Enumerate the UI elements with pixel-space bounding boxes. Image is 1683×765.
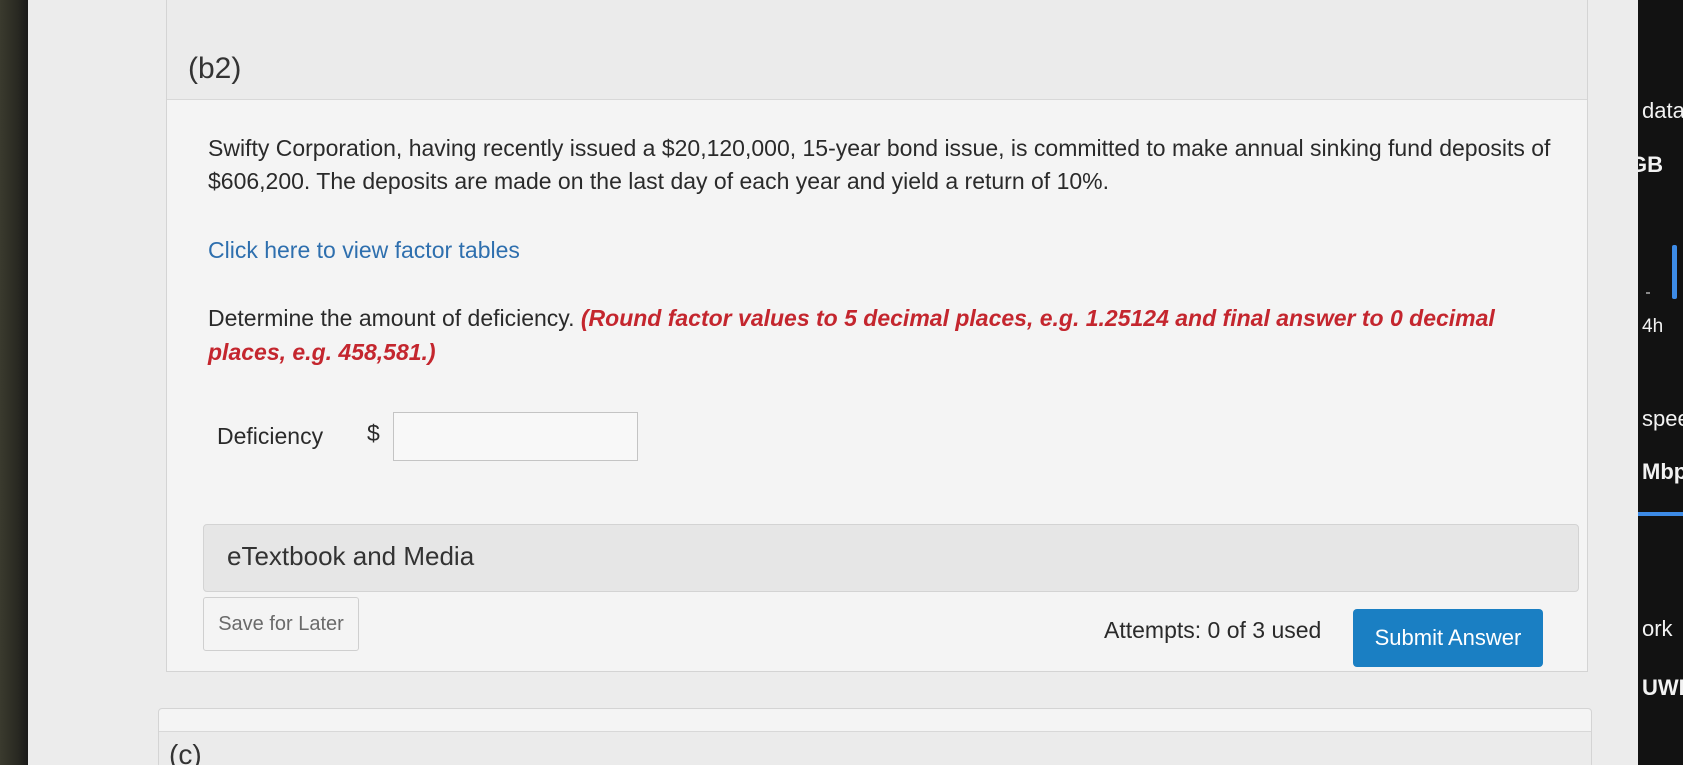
part-label: (b2) [188,52,242,85]
side-indicator-bar [1672,245,1677,299]
side-text-data: data [1642,98,1683,123]
instruction-text: Determine the amount of deficiency. (Rou… [208,301,1568,369]
next-question-header [159,731,1591,765]
etextbook-label: eTextbook and Media [227,541,475,571]
question-card: (b2) Swifty Corporation, having recently… [166,0,1588,672]
deficiency-input[interactable] [393,412,638,461]
question-header: (b2) [167,0,1587,100]
attempts-counter: Attempts: 0 of 3 used [1104,617,1322,643]
side-text-gb: GB [1638,152,1663,177]
side-text-ork: ork [1642,616,1673,641]
currency-symbol: $ [367,420,380,446]
side-text-mbp: Mbp [1642,459,1683,484]
submit-answer-button[interactable]: Submit Answer [1353,609,1543,667]
side-text-4h: 4h [1642,316,1664,337]
next-question-card: (c) [158,708,1592,765]
browser-viewport: (b2) Swifty Corporation, having recently… [28,0,1638,765]
problem-statement: Swifty Corporation, having recently issu… [208,135,1551,194]
side-text-spee: spee [1642,406,1683,431]
next-part-label: (c) [169,739,202,765]
side-divider [1638,512,1683,516]
save-for-later-button[interactable]: Save for Later [203,597,359,651]
factor-tables-link[interactable]: Click here to view factor tables [208,237,520,264]
etextbook-media-panel[interactable]: eTextbook and Media [203,524,1579,592]
side-text-uwi: UWI [1642,675,1683,700]
monitor-bezel [0,0,28,765]
adjacent-window-edge: data GB 4h spee Mbp ork UWI [1638,0,1683,765]
side-dash [1646,292,1650,294]
deficiency-label: Deficiency [217,423,324,449]
instruction-lead: Determine the amount of deficiency. [208,305,575,331]
